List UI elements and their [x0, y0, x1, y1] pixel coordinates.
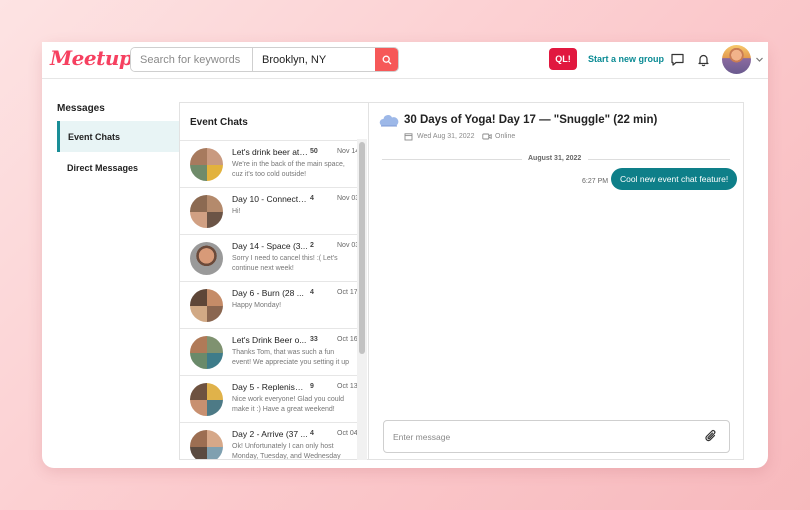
chat-row[interactable]: Day 10 - Connect (... 4 Nov 03 Hi!: [180, 187, 358, 234]
app-frame: Meetup QL! Start a new group Messages: [42, 42, 768, 468]
chat-row[interactable]: Day 2 - Arrive (37 ... 4 Oct 04 Ok! Unfo…: [180, 422, 358, 460]
chat-count: 2: [310, 242, 314, 249]
meetup-logo[interactable]: Meetup: [50, 46, 133, 70]
sidebar-item-event-chats[interactable]: Event Chats: [57, 121, 179, 152]
chat-row[interactable]: Let's Drink Beer o... 33 Oct 16 Thanks T…: [180, 328, 358, 375]
event-date-meta: Wed Aug 31, 2022: [404, 132, 474, 141]
chat-count: 33: [310, 336, 318, 343]
chat-date: Nov 14: [337, 148, 358, 155]
chat-count: 4: [310, 430, 314, 437]
event-chats-title: Event Chats: [190, 117, 248, 128]
group-avatar: [190, 383, 223, 416]
search-button[interactable]: [375, 48, 398, 71]
scrollbar-thumb[interactable]: [359, 142, 365, 354]
date-divider: August 31, 2022: [528, 155, 582, 162]
group-avatar: [190, 289, 223, 322]
chat-date: Oct 04: [337, 430, 358, 437]
ql-button[interactable]: QL!: [549, 48, 577, 70]
start-group-link[interactable]: Start a new group: [588, 54, 664, 64]
cloud-icon: [379, 115, 399, 127]
chat-preview: Nice work everyone! Glad you could make …: [232, 396, 345, 413]
chat-preview: Hi!: [232, 208, 241, 215]
chat-row[interactable]: Day 5 - Replenish ... 9 Oct 13 Nice work…: [180, 375, 358, 422]
event-chats-panel: Event Chats Let's drink beer at ... 50 N…: [179, 102, 368, 460]
chat-date: Oct 13: [337, 383, 358, 390]
chat-preview: Ok! Unfortunately I can only host Monday…: [232, 443, 341, 460]
date-divider-right: [588, 159, 730, 160]
event-date: Wed Aug 31, 2022: [417, 133, 475, 140]
messages-title: Messages: [57, 103, 105, 114]
location-input[interactable]: [253, 48, 375, 71]
chat-date: Oct 16: [337, 336, 358, 343]
event-title[interactable]: 30 Days of Yoga! Day 17 — "Snuggle" (22 …: [404, 114, 657, 126]
chat-count: 9: [310, 383, 314, 390]
chat-preview: Happy Monday!: [232, 302, 282, 309]
sidebar-item-direct-messages[interactable]: Direct Messages: [57, 152, 179, 183]
group-avatar: [190, 336, 223, 369]
chat-count: 50: [310, 148, 318, 155]
chat-count: 4: [310, 289, 314, 296]
chat-name: Day 5 - Replenish ...: [232, 382, 308, 392]
chat-name: Day 14 - Space (3...: [232, 241, 308, 251]
chat-name: Let's drink beer at ...: [232, 147, 308, 157]
bell-icon[interactable]: [696, 52, 711, 67]
message-time: 6:27 PM: [582, 178, 609, 185]
chat-date: Nov 03: [337, 195, 358, 202]
chat-preview: Thanks Tom, that was such a fun event! W…: [232, 349, 349, 366]
chat-date: Oct 17: [337, 289, 358, 296]
chat-icon[interactable]: [670, 52, 685, 67]
user-avatar[interactable]: [722, 45, 751, 74]
group-avatar: [190, 430, 223, 459]
chat-preview: Sorry I need to cancel this! :( Let's co…: [232, 255, 338, 272]
chat-list: Let's drink beer at ... 50 Nov 14 We're …: [180, 140, 358, 460]
calendar-icon: [404, 133, 413, 141]
sidebar-item-label: Direct Messages: [67, 162, 139, 173]
group-avatar: [190, 195, 223, 228]
chat-name: Day 6 - Burn (28 ...: [232, 288, 304, 298]
search-input[interactable]: [131, 48, 253, 71]
avatar: [190, 242, 223, 275]
chat-row[interactable]: Day 14 - Space (3... 2 Nov 03 Sorry I ne…: [180, 234, 358, 281]
chat-row[interactable]: Let's drink beer at ... 50 Nov 14 We're …: [180, 140, 358, 187]
chat-preview: We're in the back of the main space, cuz…: [232, 161, 345, 178]
event-location-meta: Online: [482, 132, 515, 141]
group-avatar: [190, 148, 223, 181]
top-bar: Meetup QL! Start a new group: [42, 42, 768, 79]
chat-count: 4: [310, 195, 314, 202]
paperclip-icon[interactable]: [704, 429, 718, 444]
video-icon: [482, 133, 492, 140]
sidebar-item-label: Event Chats: [68, 131, 121, 142]
event-location: Online: [495, 133, 516, 140]
chat-row[interactable]: Day 6 - Burn (28 ... 4 Oct 17 Happy Mond…: [180, 281, 358, 328]
message-input[interactable]: [385, 422, 695, 451]
search-bar: [130, 47, 399, 72]
chat-date: Nov 03: [337, 242, 358, 249]
chat-name: Day 2 - Arrive (37 ...: [232, 429, 308, 439]
chat-name: Let's Drink Beer o...: [232, 335, 307, 345]
chat-name: Day 10 - Connect (...: [232, 194, 308, 204]
search-icon: [382, 55, 391, 64]
date-divider-left: [382, 159, 522, 160]
message-bubble[interactable]: Cool new event chat feature!: [611, 168, 738, 190]
chevron-down-icon[interactable]: [755, 55, 764, 64]
message-composer: [383, 420, 730, 453]
